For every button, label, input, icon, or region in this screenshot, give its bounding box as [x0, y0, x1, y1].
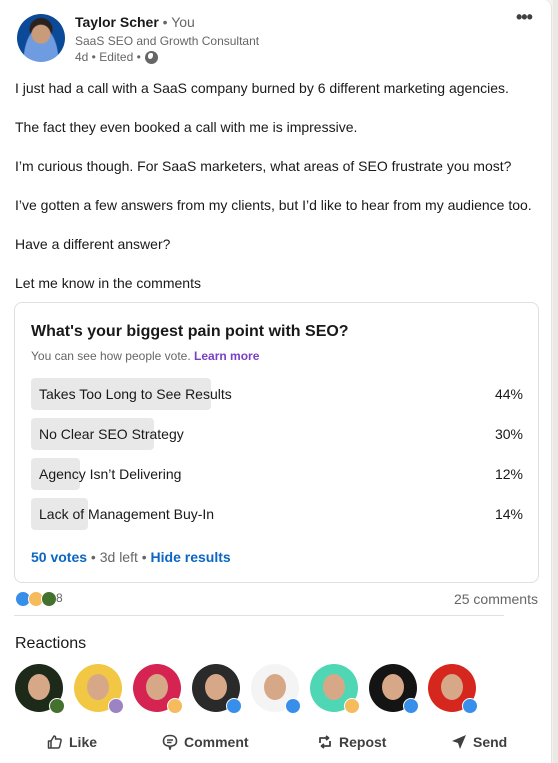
reactor-avatar[interactable]	[15, 664, 65, 714]
social-counts: 8 25 comments	[15, 590, 538, 610]
reactors-list	[15, 664, 478, 714]
repost-label: Repost	[339, 734, 387, 750]
divider	[14, 615, 504, 616]
reactor-face	[382, 674, 404, 700]
send-button[interactable]: Send	[451, 734, 507, 750]
hide-results-link[interactable]: Hide results	[151, 549, 231, 565]
reactor-face	[205, 674, 227, 700]
comment-label: Comment	[184, 734, 249, 750]
poll: What's your biggest pain point with SEO?…	[14, 302, 539, 583]
insightful-reaction-icon	[344, 698, 360, 714]
votes-link[interactable]: 50 votes	[31, 549, 87, 565]
author-headline: SaaS SEO and Growth Consultant	[75, 34, 260, 48]
reactions-heading: Reactions	[15, 635, 87, 652]
post-card: Taylor Scher • You SaaS SEO and Growth C…	[0, 0, 552, 763]
poll-option-label: Lack of Management Buy-In	[39, 506, 215, 522]
poll-note-text: You can see how people vote.	[31, 349, 191, 363]
reactor-face	[441, 674, 463, 700]
post-body: I just had a call with a SaaS company bu…	[15, 78, 540, 312]
reactor-avatar[interactable]	[251, 664, 301, 714]
poll-option-label: Takes Too Long to See Results	[39, 386, 232, 402]
support-reaction-icon	[41, 591, 57, 607]
poll-option[interactable]: Agency Isn’t Delivering 12%	[31, 458, 523, 490]
insightful-reaction-icon	[167, 698, 183, 714]
like-label: Like	[69, 734, 98, 750]
poll-option-label: Agency Isn’t Delivering	[39, 466, 182, 482]
post-paragraph: I’ve gotten a few answers from my client…	[15, 197, 532, 213]
like-reaction-icon	[403, 698, 419, 714]
globe-icon	[144, 50, 158, 64]
reactor-face	[87, 674, 109, 700]
reactor-avatar[interactable]	[74, 664, 124, 714]
post-paragraph: Let me know in the comments	[15, 275, 201, 291]
reactor-face	[146, 674, 168, 700]
like-button[interactable]: Like	[47, 734, 97, 750]
scrollbar-track[interactable]	[553, 0, 558, 763]
reactor-avatar[interactable]	[310, 664, 360, 714]
like-reaction-icon	[226, 698, 242, 714]
comment-icon	[162, 734, 178, 750]
comments-count[interactable]: 25 comments	[454, 591, 538, 607]
author-name[interactable]: Taylor Scher • You	[75, 14, 195, 30]
post-paragraph: The fact they even booked a call with me…	[15, 119, 358, 135]
poll-footer: 50 votes • 3d left • Hide results	[31, 549, 231, 565]
author-name-text[interactable]: Taylor Scher	[75, 14, 159, 30]
thumbs-up-icon	[47, 735, 62, 749]
post-paragraph: I just had a call with a SaaS company bu…	[15, 80, 509, 96]
reactor-avatar[interactable]	[428, 664, 478, 714]
support-reaction-icon	[49, 698, 65, 714]
post-paragraph: I’m curious though. For SaaS marketers, …	[15, 158, 512, 174]
poll-option[interactable]: No Clear SEO Strategy 30%	[31, 418, 523, 450]
poll-option-percent: 12%	[494, 466, 523, 482]
poll-question: What's your biggest pain point with SEO?	[31, 323, 349, 340]
reaction-count[interactable]: 8	[56, 591, 63, 605]
poll-option-label: No Clear SEO Strategy	[39, 426, 184, 442]
repost-icon	[319, 735, 331, 749]
reactor-avatar[interactable]	[192, 664, 242, 714]
send-label: Send	[473, 734, 508, 750]
poll-option-percent: 30%	[494, 426, 523, 442]
reactor-avatar[interactable]	[133, 664, 183, 714]
action-bar: Like Comment Repost Send	[0, 728, 552, 760]
poll-option[interactable]: Takes Too Long to See Results 44%	[31, 378, 523, 410]
post-meta-text: 4d • Edited •	[75, 50, 141, 64]
poll-time-left: • 3d left •	[87, 549, 151, 565]
poll-option[interactable]: Lack of Management Buy-In 14%	[31, 498, 523, 530]
like-reaction-icon	[462, 698, 478, 714]
reactor-face	[28, 674, 50, 700]
send-icon	[452, 735, 466, 749]
poll-option-percent: 14%	[494, 506, 523, 522]
poll-option-percent: 44%	[494, 386, 523, 402]
comment-button[interactable]: Comment	[162, 734, 249, 750]
like-reaction-icon	[285, 698, 301, 714]
reaction-icons[interactable]	[15, 591, 57, 607]
reactor-face	[323, 674, 345, 700]
reactor-avatar[interactable]	[369, 664, 419, 714]
repost-button[interactable]: Repost	[317, 734, 386, 750]
post-paragraph: Have a different answer?	[15, 236, 171, 252]
author-relation: • You	[158, 14, 195, 30]
more-options-button[interactable]: •••	[516, 8, 533, 26]
love-reaction-icon	[108, 698, 124, 714]
poll-note: You can see how people vote. Learn more	[31, 349, 259, 363]
post-meta: 4d • Edited •	[75, 50, 158, 64]
author-avatar[interactable]	[17, 14, 65, 62]
reactor-face	[264, 674, 286, 700]
learn-more-link[interactable]: Learn more	[194, 349, 259, 363]
